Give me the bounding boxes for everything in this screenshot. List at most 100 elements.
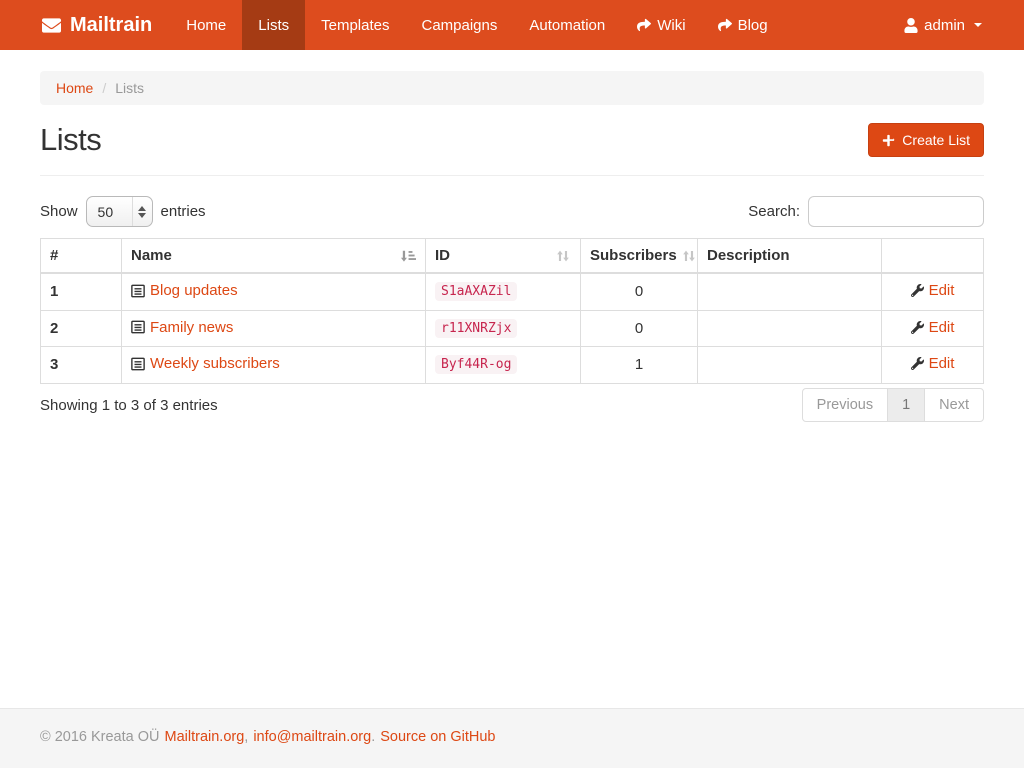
column-header-subscribers[interactable]: Subscribers: [581, 239, 698, 274]
lists-table: # Name ID Subscribers: [40, 238, 984, 384]
subscribers-count: 0: [581, 273, 698, 310]
pagination-previous[interactable]: Previous: [802, 388, 888, 422]
plus-icon: [882, 134, 895, 147]
list-name-link[interactable]: Family news: [131, 319, 233, 336]
column-header-actions: [882, 239, 984, 274]
actions-cell: Edit: [882, 347, 984, 384]
column-header-description: Description: [698, 239, 882, 274]
list-name-label: Weekly subscribers: [150, 355, 280, 372]
wrench-icon: [911, 321, 924, 334]
edit-link[interactable]: Edit: [911, 319, 955, 336]
breadcrumb-divider: /: [102, 80, 106, 96]
nav-item-label: Wiki: [657, 17, 685, 34]
share-icon: [718, 18, 732, 32]
footer-link-mailtrain[interactable]: Mailtrain.org: [165, 729, 245, 745]
table-row: 2 Family news r11XNRZjx 0 Edit: [41, 310, 984, 347]
page-length-control: Show 50 entries: [40, 196, 206, 227]
actions-cell: Edit: [882, 273, 984, 310]
list-name-label: Blog updates: [150, 282, 238, 299]
row-number: 2: [41, 310, 122, 347]
nav-item-campaigns[interactable]: Campaigns: [405, 0, 513, 50]
search-control: Search:: [748, 196, 984, 227]
subscribers-count: 1: [581, 347, 698, 384]
main-content: Home / Lists Lists Create List Show 50 e…: [0, 50, 1024, 708]
wrench-icon: [911, 284, 924, 297]
column-header-num: #: [41, 239, 122, 274]
edit-label: Edit: [929, 282, 955, 299]
create-list-button[interactable]: Create List: [868, 123, 984, 157]
footer-link-github[interactable]: Source on GitHub: [380, 729, 495, 745]
footer-link-email[interactable]: info@mailtrain.org: [253, 729, 371, 745]
list-name-link[interactable]: Blog updates: [131, 282, 238, 299]
table-row: 3 Weekly subscribers Byf44R-og 1 Edit: [41, 347, 984, 384]
list-name-cell: Blog updates: [122, 273, 426, 310]
description-cell: [698, 347, 882, 384]
create-list-label: Create List: [902, 132, 970, 148]
footer-separator: ,: [244, 729, 248, 745]
edit-label: Edit: [929, 319, 955, 336]
table-header-row: # Name ID Subscribers: [41, 239, 984, 274]
list-name-link[interactable]: Weekly subscribers: [131, 355, 280, 372]
nav-item-blog[interactable]: Blog: [702, 0, 784, 50]
actions-cell: Edit: [882, 310, 984, 347]
nav-item-templates[interactable]: Templates: [305, 0, 405, 50]
breadcrumb: Home / Lists: [40, 71, 984, 105]
brand-label: Mailtrain: [70, 14, 152, 37]
breadcrumb-home-link[interactable]: Home: [56, 80, 93, 96]
chevron-down-icon: [974, 23, 982, 27]
list-id: S1aAXAZil: [435, 282, 517, 301]
search-label: Search:: [748, 203, 800, 220]
share-icon: [637, 18, 651, 32]
sort-ascending-icon: [399, 249, 416, 263]
list-name-label: Family news: [150, 319, 233, 336]
row-number: 3: [41, 347, 122, 384]
footer-separator: .: [371, 729, 375, 745]
page-footer: © 2016 Kreata OÜ Mailtrain.org, info@mailt…: [0, 708, 1024, 768]
page-length-value: 50: [98, 204, 114, 220]
entries-summary: Showing 1 to 3 of 3 entries: [40, 388, 218, 414]
select-arrows-icon: [132, 197, 152, 226]
user-menu[interactable]: admin: [902, 0, 984, 50]
copyright-text: © 2016 Kreata OÜ: [40, 729, 160, 745]
list-name-cell: Family news: [122, 310, 426, 347]
user-name: admin: [924, 17, 965, 34]
description-cell: [698, 310, 882, 347]
pagination-page-1[interactable]: 1: [888, 388, 925, 422]
sort-both-icon: [681, 249, 697, 263]
page-title: Lists: [40, 122, 101, 158]
column-header-name[interactable]: Name: [122, 239, 426, 274]
list-id: Byf44R-og: [435, 355, 517, 374]
description-cell: [698, 273, 882, 310]
search-input[interactable]: [808, 196, 984, 227]
entries-label: entries: [161, 203, 206, 220]
sort-both-icon: [555, 249, 571, 263]
list-icon: [131, 284, 145, 298]
envelope-icon: [40, 16, 63, 35]
edit-label: Edit: [929, 355, 955, 372]
list-id-cell: Byf44R-og: [426, 347, 581, 384]
navbar: Mailtrain Home Lists Templates Campaigns…: [0, 0, 1024, 50]
list-id: r11XNRZjx: [435, 319, 517, 338]
brand-logo[interactable]: Mailtrain: [40, 0, 152, 50]
wrench-icon: [911, 357, 924, 370]
nav-item-wiki[interactable]: Wiki: [621, 0, 701, 50]
page-length-select[interactable]: 50: [86, 196, 153, 227]
list-icon: [131, 320, 145, 334]
edit-link[interactable]: Edit: [911, 355, 955, 372]
table-row: 1 Blog updates S1aAXAZil 0 Edit: [41, 273, 984, 310]
pagination: Previous 1 Next: [802, 388, 984, 422]
nav-item-automation[interactable]: Automation: [513, 0, 621, 50]
nav-item-home[interactable]: Home: [170, 0, 242, 50]
nav-item-label: Blog: [738, 17, 768, 34]
nav-item-lists[interactable]: Lists: [242, 0, 305, 50]
pagination-next[interactable]: Next: [925, 388, 984, 422]
user-icon: [904, 18, 918, 33]
show-label: Show: [40, 203, 78, 220]
subscribers-count: 0: [581, 310, 698, 347]
column-header-id[interactable]: ID: [426, 239, 581, 274]
list-id-cell: r11XNRZjx: [426, 310, 581, 347]
edit-link[interactable]: Edit: [911, 282, 955, 299]
list-id-cell: S1aAXAZil: [426, 273, 581, 310]
row-number: 1: [41, 273, 122, 310]
list-icon: [131, 357, 145, 371]
